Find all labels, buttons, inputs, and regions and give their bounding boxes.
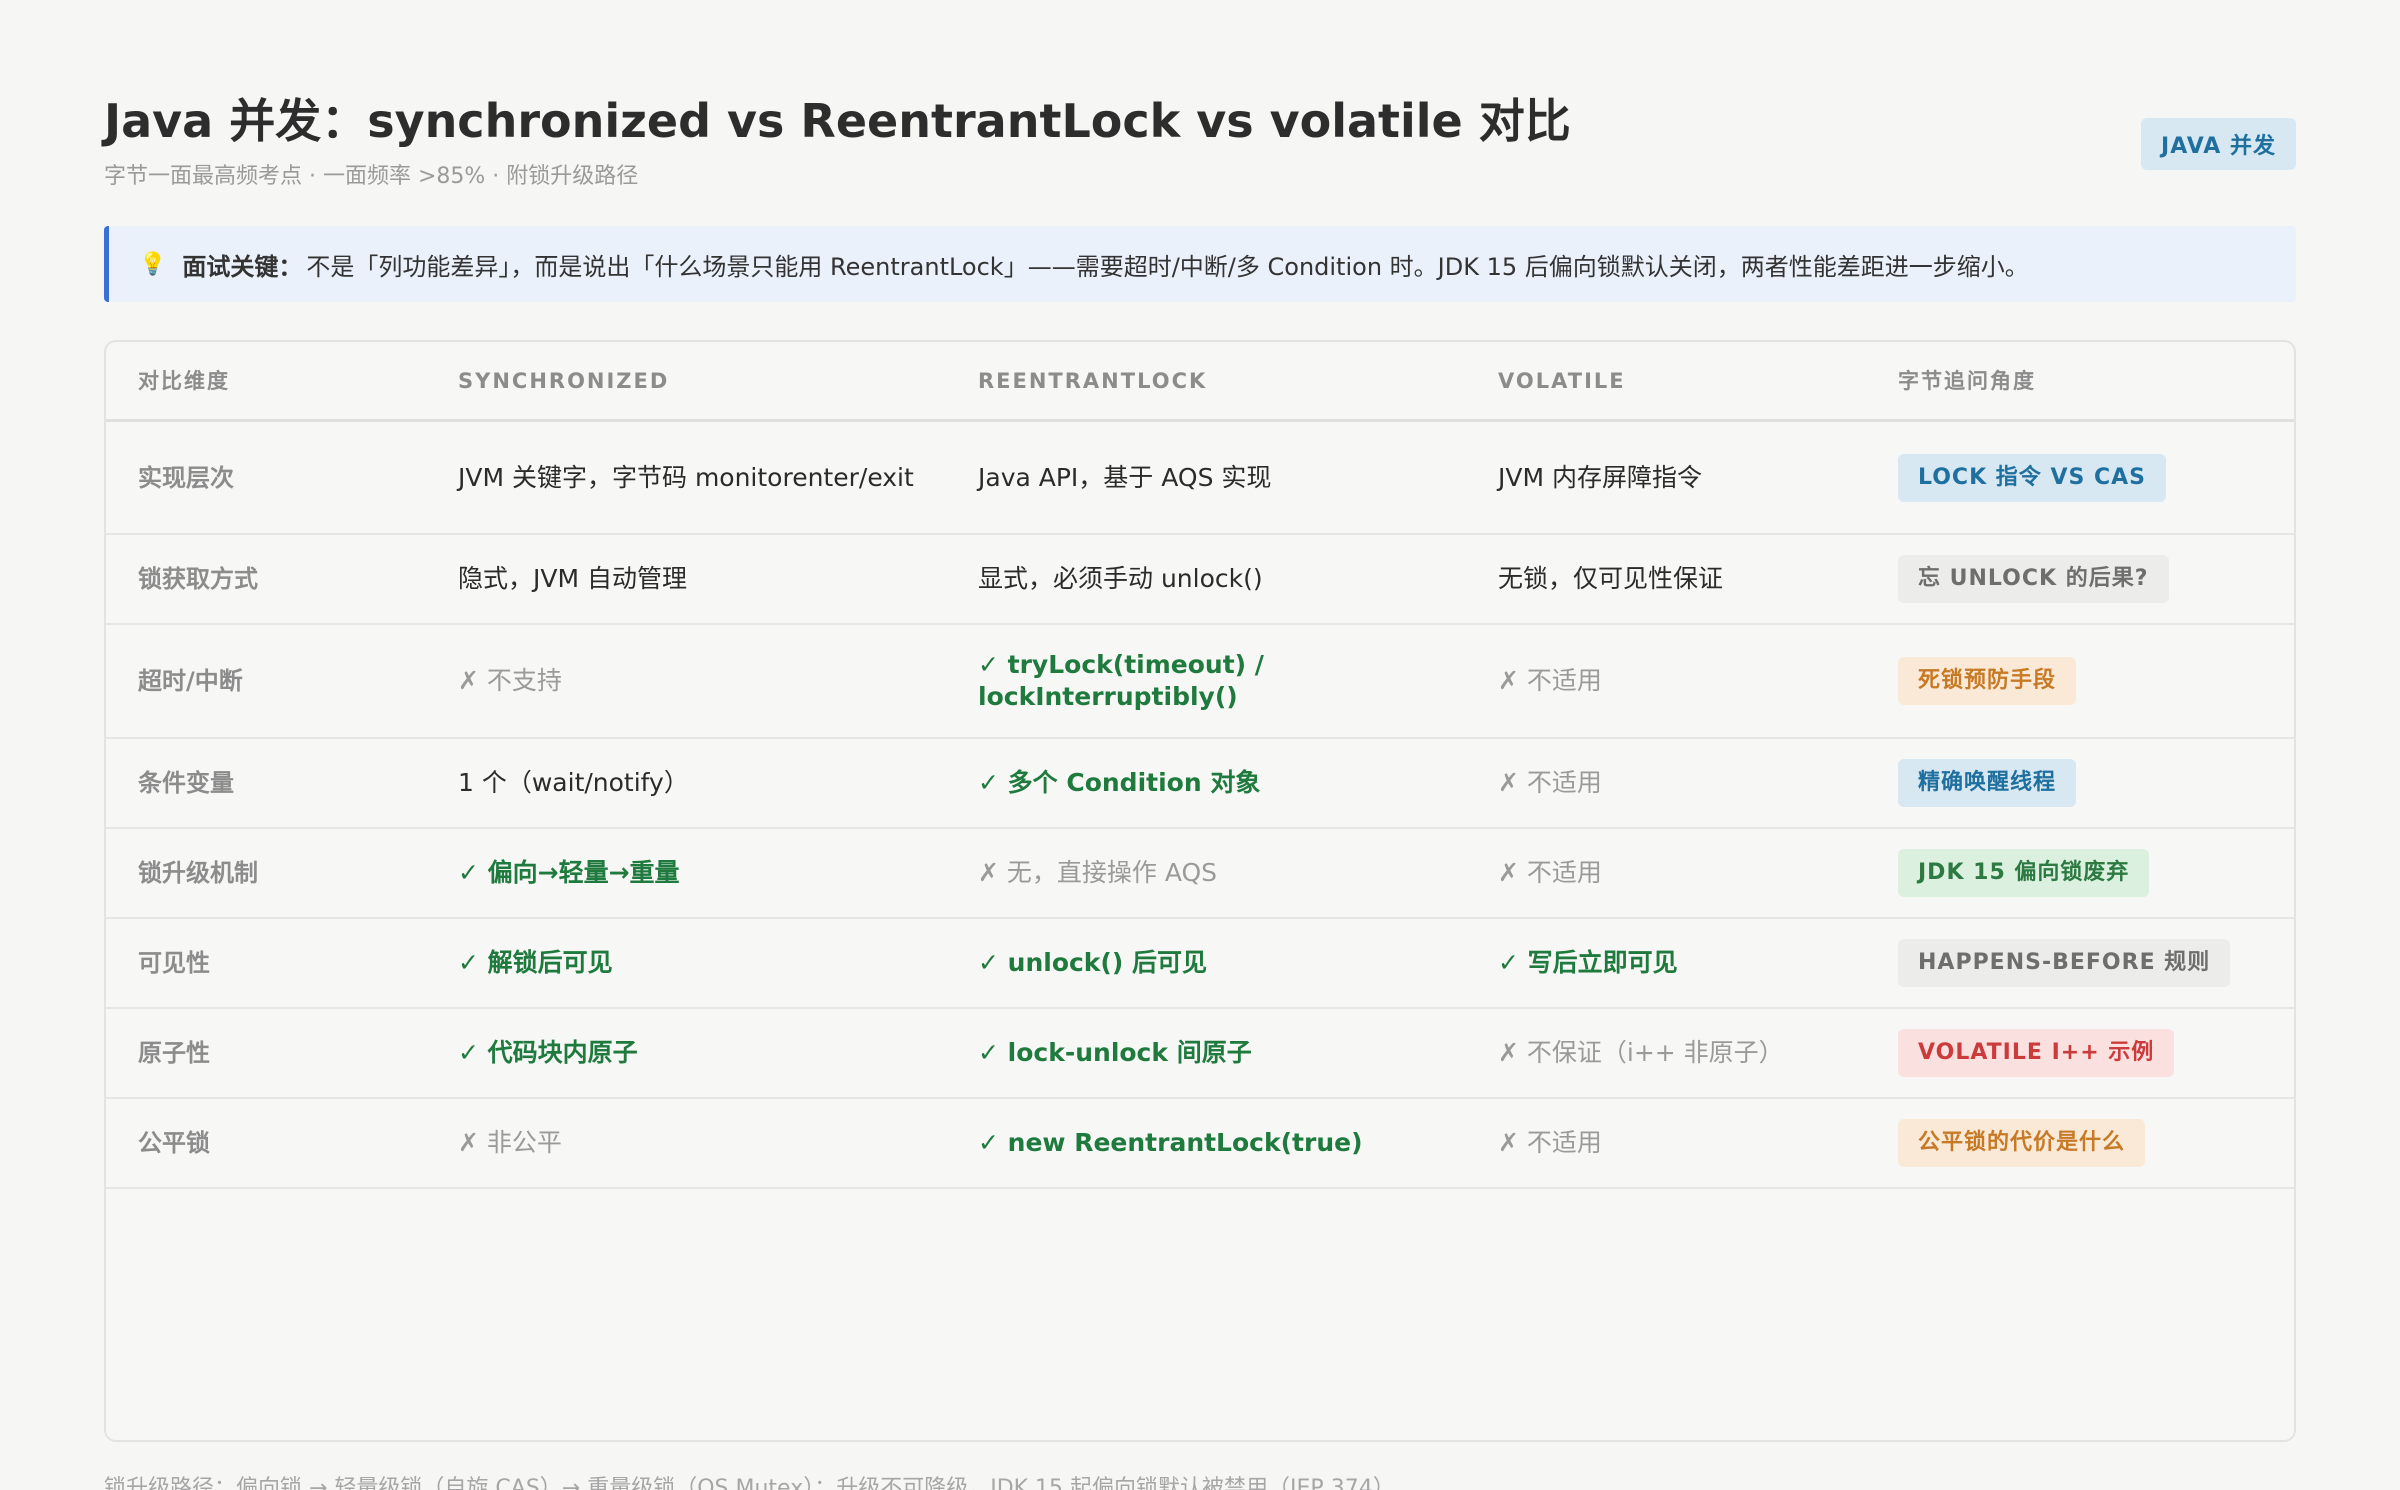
followup-cell: 死锁预防手段 [1898,625,2278,737]
cell-text: ✓ 写后立即可见 [1498,948,1678,977]
followup-cell: HAPPENS-BEFORE 规则 [1898,919,2278,1007]
reentrantlock-cell: Java API，基于 AQS 实现 [978,422,1478,533]
volatile-cell: ✗ 不适用 [1498,829,1878,917]
lightbulb-icon: 💡 [139,251,167,277]
dimension-cell: 原子性 [138,1039,210,1067]
callout-text: 不是「列功能差异」，而是说出「什么场景只能用 ReentrantLock」——需… [306,252,2029,281]
page-title: Java 并发：synchronized vs ReentrantLock vs… [104,94,1571,148]
cell-text: 隐式，JVM 自动管理 [458,564,687,593]
volatile-cell: ✗ 不保证（i++ 非原子） [1498,1009,1878,1097]
volatile-cell: ✓ 写后立即可见 [1498,919,1878,1007]
table-row: 原子性 ✓ 代码块内原子 ✓ lock-unlock 间原子 ✗ 不保证（i++ 非原… [106,1009,2294,1099]
volatile-cell: ✗ 不适用 [1498,1099,1878,1187]
column-header-followup: 字节追问角度 [1898,368,2036,393]
reentrantlock-cell: ✓ unlock() 后可见 [978,919,1478,1007]
cell-text: ✗ 不支持 [458,666,562,695]
volatile-cell: JVM 内存屏障指令 [1498,422,1878,533]
synchronized-cell: ✓ 偏向→轻量→重量 [458,829,958,917]
cell-text: 1 个（wait/notify） [458,768,689,797]
page: Java 并发：synchronized vs ReentrantLock vs… [0,0,2400,1490]
cell-text: ✓ lock-unlock 间原子 [978,1038,1252,1067]
reentrantlock-cell: ✓ tryLock(timeout) / lockInterruptibly() [978,625,1478,737]
table-header-row: 对比维度 SYNCHRONIZED REENTRANTLOCK VOLATILE… [106,342,2294,422]
cell-text: ✓ 多个 Condition 对象 [978,768,1261,797]
cell-text: ✗ 不适用 [1498,1128,1602,1157]
followup-tag: 忘 UNLOCK 的后果? [1898,555,2169,603]
cell-text: ✗ 不适用 [1498,666,1602,695]
table-row: 实现层次 JVM 关键字，字节码 monitorenter/exit Java AP… [106,422,2294,535]
dimension-cell: 公平锁 [138,1129,210,1157]
cell-text: ✓ tryLock(timeout) / lockInterruptibly() [978,650,1264,711]
followup-cell: 忘 UNLOCK 的后果? [1898,535,2278,623]
column-header-synchronized: SYNCHRONIZED [458,368,670,393]
synchronized-cell: JVM 关键字，字节码 monitorenter/exit [458,422,958,533]
volatile-cell: ✗ 不适用 [1498,739,1878,827]
followup-cell: JDK 15 偏向锁废弃 [1898,829,2278,917]
cell-text: JVM 关键字，字节码 monitorenter/exit [458,462,914,492]
column-header-volatile: VOLATILE [1498,368,1626,393]
cell-text: ✗ 非公平 [458,1128,562,1157]
cell-text: Java API，基于 AQS 实现 [978,462,1272,492]
dimension-cell: 实现层次 [138,463,234,492]
reentrantlock-cell: ✗ 无，直接操作 AQS [978,829,1478,917]
table-row: 超时/中断 ✗ 不支持 ✓ tryLock(timeout) / lockInter… [106,625,2294,739]
followup-tag: JDK 15 偏向锁废弃 [1898,849,2150,897]
followup-tag: 公平锁的代价是什么 [1898,1119,2146,1167]
cell-text: ✗ 不适用 [1498,768,1602,797]
synchronized-cell: 隐式，JVM 自动管理 [458,535,958,623]
cell-text: ✓ 解锁后可见 [458,948,613,977]
volatile-cell: 无锁，仅可见性保证 [1498,535,1878,623]
page-subtitle: 字节一面最高频考点 · 一面频率 >85% · 附锁升级路径 [104,164,639,189]
synchronized-cell: ✗ 不支持 [458,625,958,737]
followup-cell: 精确唤醒线程 [1898,739,2278,827]
dimension-cell: 锁获取方式 [138,565,258,593]
followup-tag: 死锁预防手段 [1898,657,2077,705]
cell-text: ✗ 无，直接操作 AQS [978,858,1218,887]
comparison-table: 对比维度 SYNCHRONIZED REENTRANTLOCK VOLATILE… [104,340,2296,1442]
synchronized-cell: ✗ 非公平 [458,1099,958,1187]
synchronized-cell: 1 个（wait/notify） [458,739,958,827]
column-header-reentrantlock: REENTRANTLOCK [978,368,1208,393]
reentrantlock-cell: ✓ new ReentrantLock(true) [978,1099,1478,1187]
interview-key-callout: 💡 面试关键： 不是「列功能差异」，而是说出「什么场景只能用 Reentrant… [104,226,2296,302]
followup-tag: LOCK 指令 VS CAS [1898,453,2166,502]
followup-cell: LOCK 指令 VS CAS [1898,422,2278,533]
cell-text: ✓ 偏向→轻量→重量 [458,858,680,887]
dimension-cell: 可见性 [138,949,210,977]
followup-tag: VOLATILE I++ 示例 [1898,1029,2175,1077]
callout-label: 面试关键： [182,252,303,281]
reentrantlock-cell: ✓ lock-unlock 间原子 [978,1009,1478,1097]
cell-text: 无锁，仅可见性保证 [1498,564,1724,593]
topic-badge: JAVA 并发 [2141,118,2296,170]
followup-cell: 公平锁的代价是什么 [1898,1099,2278,1187]
synchronized-cell: ✓ 解锁后可见 [458,919,958,1007]
synchronized-cell: ✓ 代码块内原子 [458,1009,958,1097]
followup-cell: VOLATILE I++ 示例 [1898,1009,2278,1097]
dimension-cell: 超时/中断 [138,667,243,695]
reentrantlock-cell: ✓ 多个 Condition 对象 [978,739,1478,827]
page-header: Java 并发：synchronized vs ReentrantLock vs… [104,92,2296,202]
cell-text: ✓ 代码块内原子 [458,1038,638,1067]
cell-text: ✓ unlock() 后可见 [978,948,1207,977]
cell-text: ✗ 不保证（i++ 非原子） [1498,1038,1784,1067]
table-row: 条件变量 1 个（wait/notify） ✓ 多个 Condition 对象 ✗ 不… [106,739,2294,829]
reentrantlock-cell: 显式，必须手动 unlock() [978,535,1478,623]
dimension-cell: 条件变量 [138,769,234,797]
table-row: 公平锁 ✗ 非公平 ✓ new ReentrantLock(true) ✗ 不适用 公平… [106,1099,2294,1189]
cell-text: ✓ new ReentrantLock(true) [978,1128,1363,1157]
column-header-dimension: 对比维度 [138,368,230,393]
followup-tag: HAPPENS-BEFORE 规则 [1898,939,2231,987]
cell-text: 显式，必须手动 unlock() [978,564,1263,593]
volatile-cell: ✗ 不适用 [1498,625,1878,737]
followup-tag: 精确唤醒线程 [1898,759,2077,807]
dimension-cell: 锁升级机制 [138,859,258,887]
footer-note: 锁升级路径：偏向锁 → 轻量级锁（自旋 CAS）→ 重量级锁（OS Mutex）… [104,1476,1395,1490]
table-row: 可见性 ✓ 解锁后可见 ✓ unlock() 后可见 ✓ 写后立即可见 HAPPENS-… [106,919,2294,1009]
cell-text: JVM 内存屏障指令 [1498,462,1702,492]
cell-text: ✗ 不适用 [1498,858,1602,887]
table-row: 锁获取方式 隐式，JVM 自动管理 显式，必须手动 unlock() 无锁，仅可见性保… [106,535,2294,625]
table-row: 锁升级机制 ✓ 偏向→轻量→重量 ✗ 无，直接操作 AQS ✗ 不适用 JDK 15 偏… [106,829,2294,919]
